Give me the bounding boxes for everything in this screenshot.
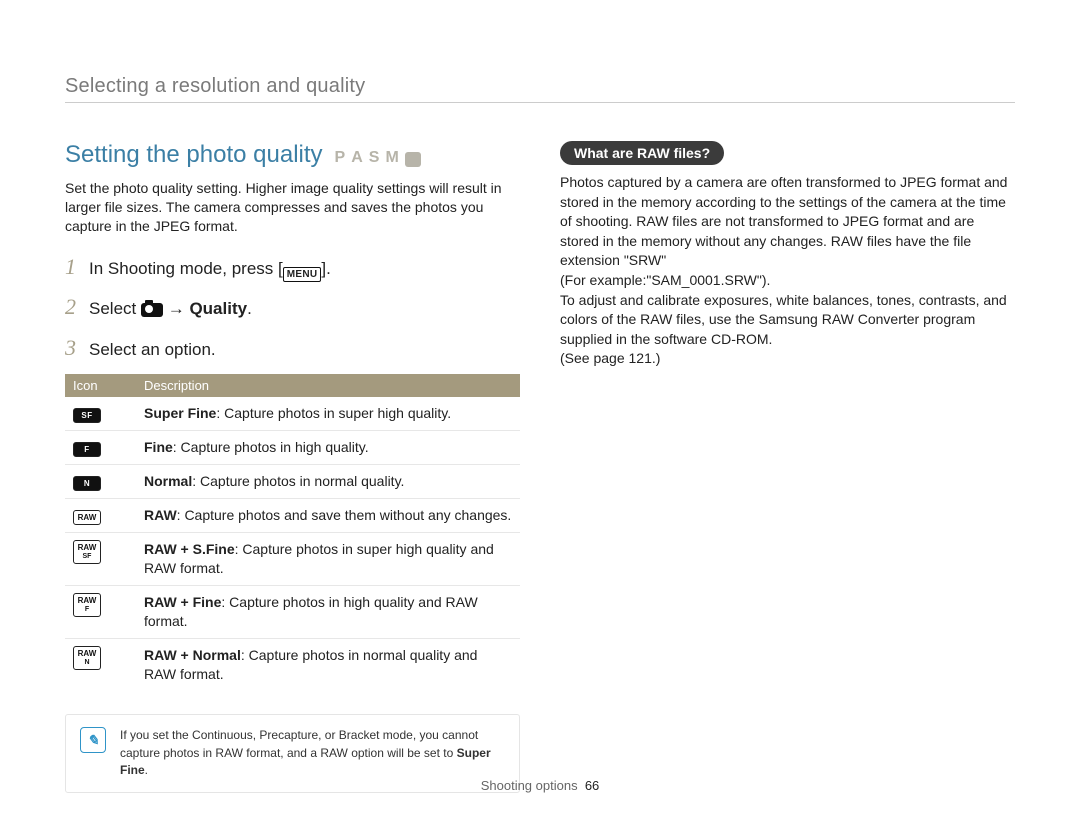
left-column: Setting the photo quality P A S M Set th… bbox=[65, 141, 520, 793]
camera-icon bbox=[141, 303, 163, 317]
page-footer: Shooting options 66 bbox=[0, 778, 1080, 793]
table-header-icon: Icon bbox=[65, 374, 136, 397]
step-3: 3 Select an option. bbox=[65, 333, 520, 364]
quality-icon: F bbox=[73, 442, 101, 457]
step-1: 1 In Shooting mode, press [MENU]. bbox=[65, 252, 520, 283]
quality-description: Super Fine: Capture photos in super high… bbox=[136, 397, 520, 431]
quality-description: RAW + S.Fine: Capture photos in super hi… bbox=[136, 533, 520, 586]
table-row: RAW RAW: Capture photos and save them wit… bbox=[65, 499, 520, 533]
quality-options-table: Icon Description SF Super Fine: Capture p… bbox=[65, 374, 520, 690]
note-icon: ✎ bbox=[80, 727, 106, 753]
steps-list: 1 In Shooting mode, press [MENU]. 2 Sele… bbox=[65, 252, 520, 364]
table-header-description: Description bbox=[136, 374, 520, 397]
footer-section: Shooting options bbox=[481, 778, 578, 793]
quality-description: Normal: Capture photos in normal quality… bbox=[136, 465, 520, 499]
step-2-text-b: . bbox=[247, 299, 252, 318]
step-2: 2 Select → Quality. bbox=[65, 292, 520, 323]
table-row: RAWSF RAW + S.Fine: Capture photos in sup… bbox=[65, 533, 520, 586]
step-2-text-a: Select bbox=[89, 299, 141, 318]
mode-set-icon bbox=[405, 152, 421, 167]
quality-description: RAW + Fine: Capture photos in high quali… bbox=[136, 585, 520, 638]
quality-description: Fine: Capture photos in high quality. bbox=[136, 431, 520, 465]
note-text: If you set the Continuous, Precapture, o… bbox=[120, 727, 505, 779]
table-row: SF Super Fine: Capture photos in super hi… bbox=[65, 397, 520, 431]
footer-page-number: 66 bbox=[585, 778, 599, 793]
quality-description: RAW + Normal: Capture photos in normal q… bbox=[136, 638, 520, 690]
mode-m: M bbox=[385, 149, 404, 167]
raw-files-heading: What are RAW files? bbox=[560, 141, 724, 165]
mode-p: P bbox=[335, 149, 352, 167]
step-1-text-b: ]. bbox=[321, 259, 330, 278]
mode-s: S bbox=[369, 149, 386, 167]
step-2-bold: Quality bbox=[189, 299, 247, 318]
quality-icon: N bbox=[73, 476, 101, 491]
step-3-text: Select an option. bbox=[89, 338, 216, 362]
intro-paragraph: Set the photo quality setting. Higher im… bbox=[65, 179, 520, 236]
quality-icon: RAW bbox=[73, 510, 101, 525]
arrow-icon: → bbox=[163, 299, 189, 318]
quality-description: RAW: Capture photos and save them withou… bbox=[136, 499, 520, 533]
mode-dial-letters: P A S M bbox=[335, 149, 421, 167]
quality-icon: SF bbox=[73, 408, 101, 423]
right-column: What are RAW files? Photos captured by a… bbox=[560, 141, 1015, 793]
quality-icon: RAWN bbox=[73, 646, 101, 670]
table-row: N Normal: Capture photos in normal qualit… bbox=[65, 465, 520, 499]
menu-button-icon: MENU bbox=[283, 267, 322, 282]
table-row: F Fine: Capture photos in high quality. bbox=[65, 431, 520, 465]
quality-icon: RAWSF bbox=[73, 540, 101, 564]
breadcrumb: Selecting a resolution and quality bbox=[65, 75, 1015, 103]
raw-files-body: Photos captured by a camera are often tr… bbox=[560, 173, 1015, 369]
section-title: Setting the photo quality bbox=[65, 141, 323, 169]
step-1-text-a: In Shooting mode, press [ bbox=[89, 259, 283, 278]
mode-a: A bbox=[351, 149, 369, 167]
table-row: RAWF RAW + Fine: Capture photos in high q… bbox=[65, 585, 520, 638]
table-row: RAWN RAW + Normal: Capture photos in norm… bbox=[65, 638, 520, 690]
quality-icon: RAWF bbox=[73, 593, 101, 617]
